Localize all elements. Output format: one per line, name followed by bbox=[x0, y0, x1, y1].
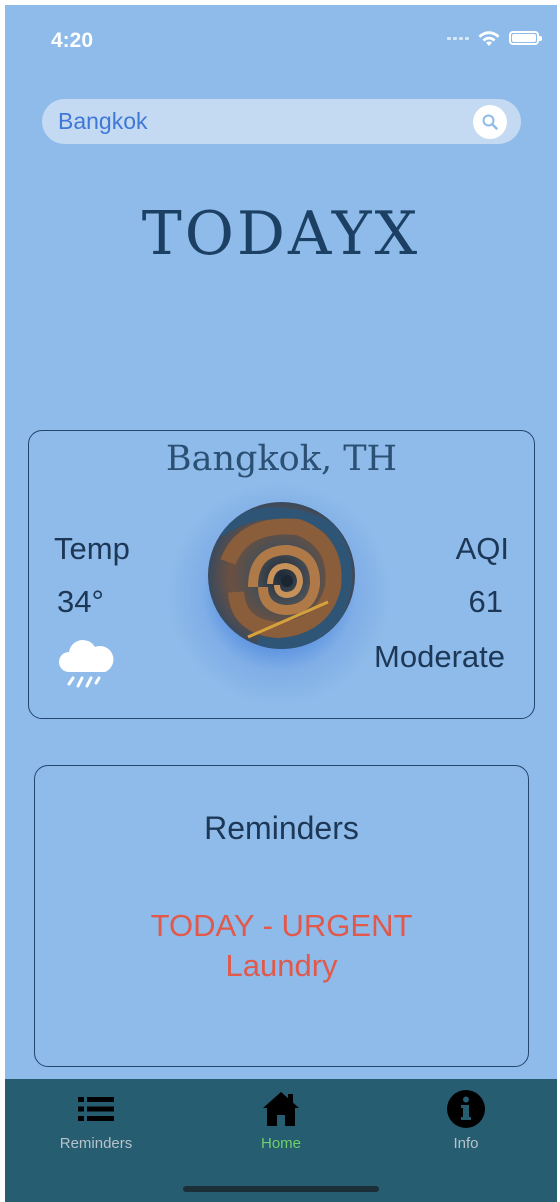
list-icon bbox=[78, 1097, 114, 1121]
temp-value: 34° bbox=[57, 584, 104, 619]
tab-label: Reminders bbox=[59, 1135, 133, 1152]
status-time: 4:20 bbox=[51, 29, 94, 52]
tab-info[interactable]: Info bbox=[396, 1089, 536, 1152]
home-indicator bbox=[183, 1186, 379, 1192]
reminders-title: Reminders bbox=[204, 810, 359, 846]
city-name: Bangkok, TH bbox=[165, 439, 398, 479]
search-button[interactable] bbox=[473, 105, 507, 139]
tab-home[interactable]: Home bbox=[211, 1089, 351, 1152]
tab-bar: Reminders Home Info bbox=[5, 1079, 557, 1202]
search-icon bbox=[482, 114, 498, 130]
weather-card: Bangkok, TH Temp 34° AQI 61 Moderate bbox=[28, 430, 535, 719]
cloud-rain-icon bbox=[59, 639, 114, 688]
wifi-icon bbox=[478, 31, 500, 46]
tab-reminders[interactable]: Reminders bbox=[26, 1089, 166, 1152]
tab-label: Home bbox=[260, 1135, 301, 1152]
reminders-card[interactable]: Reminders TODAY - URGENT Laundry bbox=[34, 765, 529, 1067]
battery-icon bbox=[509, 31, 542, 45]
temp-label: Temp bbox=[54, 531, 130, 566]
app-logo: TODAYX bbox=[141, 199, 421, 269]
reminder-urgent-label: TODAY - URGENT bbox=[150, 908, 413, 943]
home-icon bbox=[263, 1092, 299, 1126]
reminder-item: Laundry bbox=[225, 948, 338, 983]
info-icon bbox=[447, 1090, 485, 1128]
spiral-staircase-image bbox=[208, 502, 355, 649]
aqi-value: 61 bbox=[468, 584, 503, 619]
search-field[interactable]: Bangkok bbox=[42, 99, 521, 144]
aqi-status: Moderate bbox=[374, 639, 505, 674]
aqi-label: AQI bbox=[455, 531, 509, 566]
status-icons bbox=[447, 29, 542, 47]
tab-label: Info bbox=[453, 1135, 479, 1152]
app-screen: 4:20 Bangkok TODAYX Bangkok, TH Temp 34°… bbox=[5, 5, 557, 1202]
search-input[interactable]: Bangkok bbox=[58, 99, 148, 144]
signal-icon bbox=[447, 36, 469, 40]
